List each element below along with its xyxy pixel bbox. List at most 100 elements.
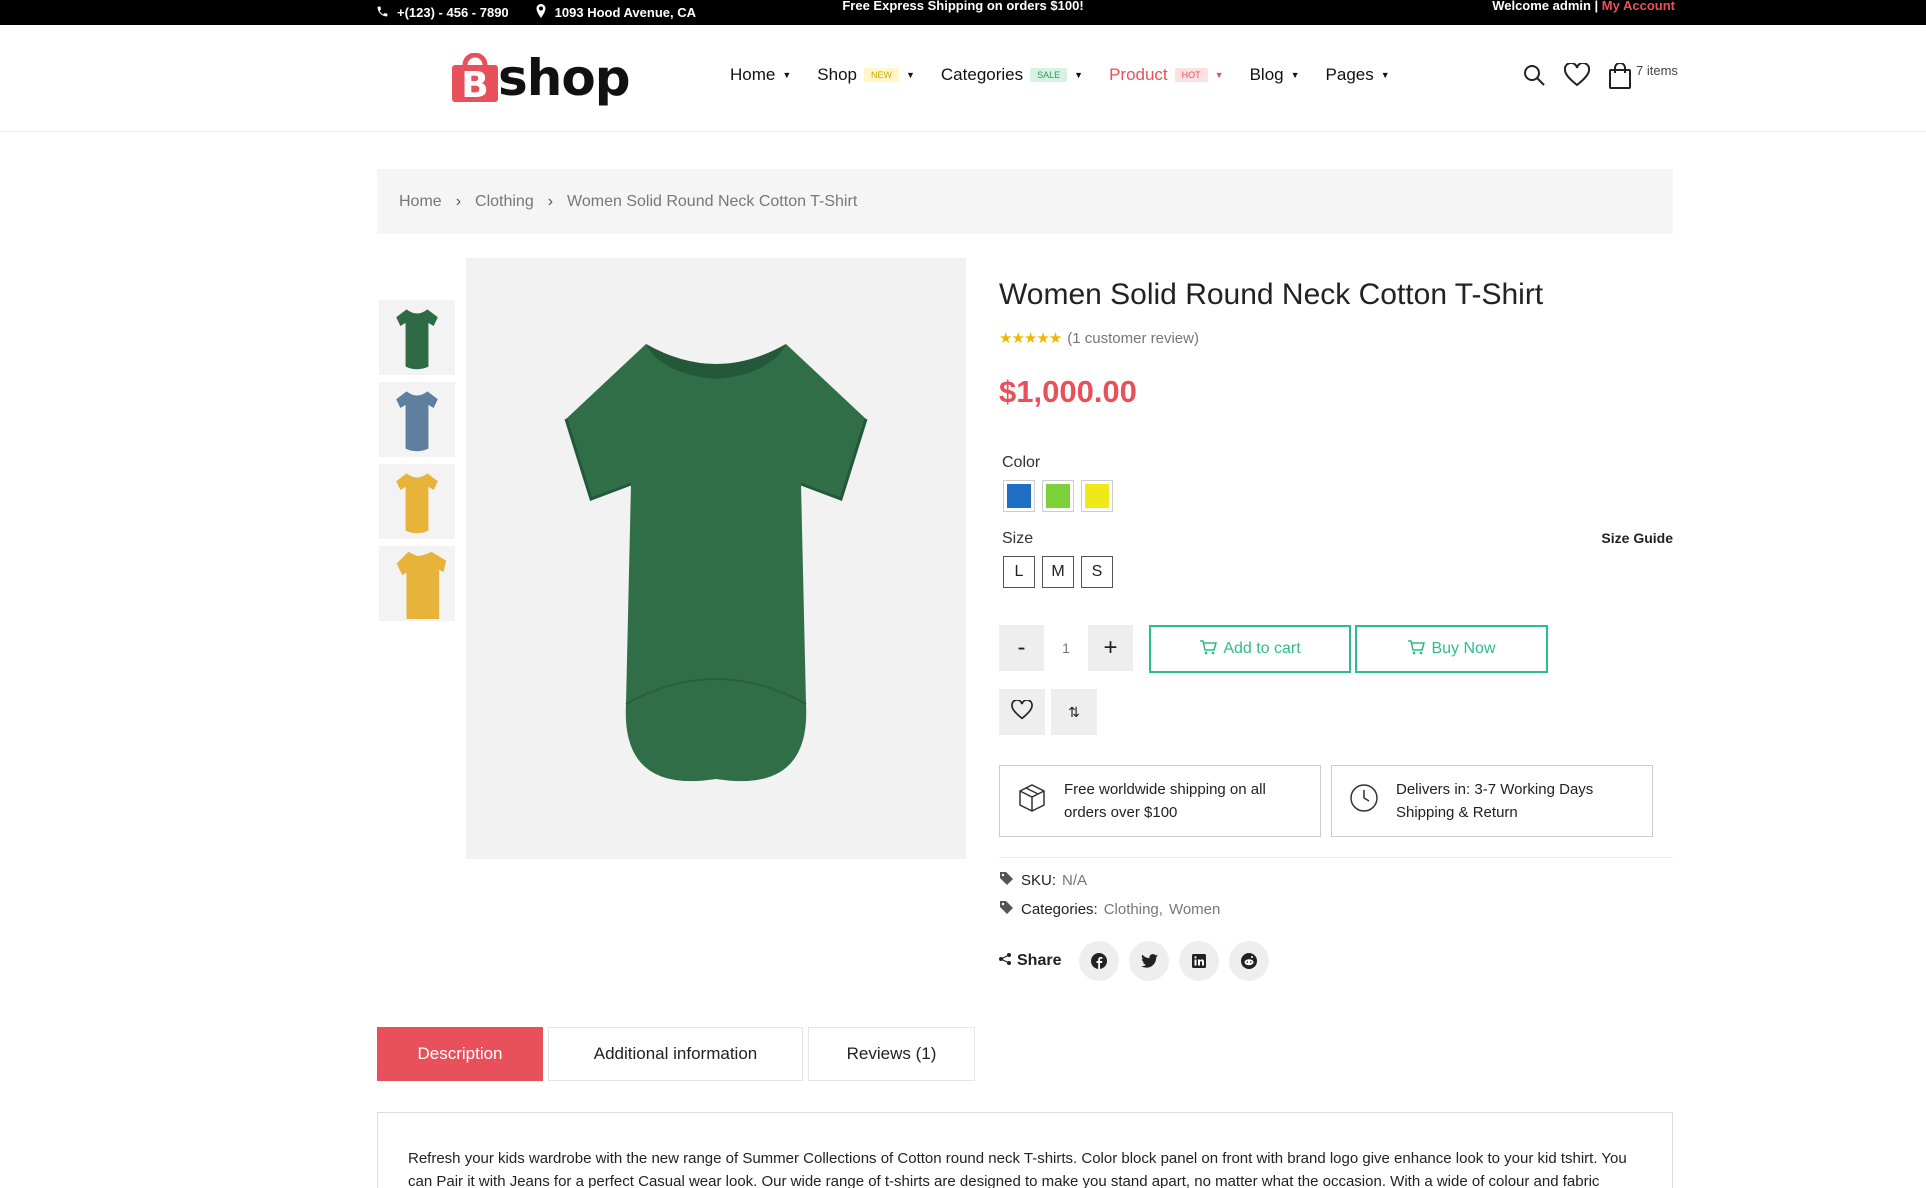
description-panel: Refresh your kids wardrobe with the new … xyxy=(377,1112,1673,1188)
add-to-wishlist-button[interactable] xyxy=(999,689,1045,735)
nav-pages[interactable]: Pages ▼ xyxy=(1326,65,1390,85)
share-label: Share xyxy=(1017,952,1062,969)
color-swatch-yellow[interactable] xyxy=(1081,480,1113,512)
site-logo[interactable]: B shop xyxy=(450,49,630,107)
twitter-share-button[interactable] xyxy=(1129,941,1170,981)
hot-badge: HOT xyxy=(1174,68,1208,82)
logo-text: shop xyxy=(498,49,630,107)
cart-button[interactable]: 7 items xyxy=(1608,62,1678,92)
caret-down-icon: ▼ xyxy=(1290,70,1300,80)
color-swatches xyxy=(1003,480,1113,512)
delivery-feature-box: Delivers in: 3-7 Working Days Shipping &… xyxy=(1331,765,1653,837)
thumbnail-yellow-back[interactable] xyxy=(379,546,455,621)
nav-pages-label: Pages xyxy=(1325,65,1374,84)
breadcrumb-home[interactable]: Home xyxy=(399,193,442,211)
product-price: $1,000.00 xyxy=(999,374,1137,409)
sku-row: SKU: N/A xyxy=(999,871,1087,889)
review-count-link[interactable]: (1 customer review) xyxy=(1067,330,1199,347)
tshirt-thumb-green-icon xyxy=(396,308,438,369)
nav-product[interactable]: Product HOT ▼ xyxy=(1109,65,1224,85)
nav-shop[interactable]: Shop NEW ▼ xyxy=(817,65,915,85)
tab-reviews[interactable]: Reviews (1) xyxy=(808,1027,975,1081)
thumbnail-yellow[interactable] xyxy=(379,464,455,539)
nav-product-label: Product xyxy=(1109,65,1168,84)
sku-value: N/A xyxy=(1062,871,1088,889)
color-label: Color xyxy=(1002,454,1041,471)
size-options: L M S xyxy=(1003,556,1113,588)
facebook-share-button[interactable] xyxy=(1079,941,1120,981)
buy-now-label: Buy Now xyxy=(1431,640,1496,657)
color-swatch-green[interactable] xyxy=(1042,480,1074,512)
compare-button[interactable]: ⇅ xyxy=(1051,689,1097,735)
sku-label: SKU: xyxy=(1021,871,1057,889)
breadcrumb-current: Women Solid Round Neck Cotton T-Shirt xyxy=(567,192,858,210)
tab-description[interactable]: Description xyxy=(377,1027,543,1081)
twitter-icon xyxy=(1141,954,1158,968)
product-rating: ★★★★★ (1 customer review) xyxy=(999,329,1199,348)
size-guide-link[interactable]: Size Guide xyxy=(1601,530,1673,546)
quantity-increase-button[interactable]: + xyxy=(1088,625,1133,671)
add-to-cart-button[interactable]: Add to cart xyxy=(1149,625,1351,673)
linkedin-share-button[interactable] xyxy=(1179,941,1220,981)
breadcrumb-clothing[interactable]: Clothing xyxy=(475,193,534,211)
share-label-group: Share xyxy=(999,952,1061,970)
top-bar: +(123) - 456 - 7890 1093 Hood Avenue, CA… xyxy=(0,0,1926,25)
shipping-feature-box: Free worldwide shipping on all orders ov… xyxy=(999,765,1321,837)
nav-shop-label: Shop xyxy=(817,65,857,84)
nav-home-label: Home xyxy=(730,65,776,84)
quantity-decrease-button[interactable]: - xyxy=(999,625,1044,671)
quantity-input[interactable] xyxy=(1044,625,1088,671)
bag-logo-icon: B xyxy=(450,52,500,106)
tags-icon xyxy=(999,900,1015,918)
size-option-l[interactable]: L xyxy=(1003,556,1035,588)
nav-categories[interactable]: Categories SALE ▼ xyxy=(941,65,1083,85)
compare-arrows-icon: ⇅ xyxy=(1068,703,1080,720)
green-tshirt-image xyxy=(564,343,868,781)
new-badge: NEW xyxy=(863,68,899,82)
thumbnail-blue[interactable] xyxy=(379,382,455,457)
cart-icon xyxy=(1199,639,1218,660)
search-icon[interactable] xyxy=(1522,63,1546,92)
color-swatch-blue[interactable] xyxy=(1003,480,1035,512)
star-rating-icon: ★★★★★ xyxy=(999,330,1062,347)
tshirt-thumb-blue-icon xyxy=(396,390,438,451)
size-label: Size xyxy=(1002,530,1034,547)
categories-label: Categories: xyxy=(1021,900,1098,918)
wishlist-heart-icon[interactable] xyxy=(1563,61,1591,92)
header-actions: 7 items xyxy=(1522,61,1678,92)
tab-additional-information[interactable]: Additional information xyxy=(548,1027,803,1081)
category-link-clothing[interactable]: Clothing xyxy=(1104,901,1159,918)
size-option-s[interactable]: S xyxy=(1081,556,1113,588)
share-row: Share xyxy=(999,941,1279,981)
thumbnail-gallery xyxy=(379,300,455,628)
site-header: B shop Home ▼ Shop NEW ▼ Categories SALE… xyxy=(0,25,1926,132)
product-title: Women Solid Round Neck Cotton T-Shirt xyxy=(999,278,1544,311)
buy-now-button[interactable]: Buy Now xyxy=(1355,625,1548,673)
chevron-right-icon: › xyxy=(547,192,554,210)
categories-row: Categories: Clothing, Women xyxy=(999,900,1220,918)
breadcrumb: Home › Clothing › Women Solid Round Neck… xyxy=(377,169,1673,234)
size-option-m[interactable]: M xyxy=(1042,556,1074,588)
shipping-feature-text: Free worldwide shipping on all orders ov… xyxy=(1064,781,1266,821)
reddit-share-button[interactable] xyxy=(1229,941,1270,981)
nav-blog[interactable]: Blog ▼ xyxy=(1250,65,1300,85)
thumbnail-green[interactable] xyxy=(379,300,455,375)
my-account-link[interactable]: My Account xyxy=(1602,0,1675,13)
heart-icon xyxy=(1011,698,1033,725)
main-product-image[interactable] xyxy=(466,258,966,859)
main-nav: Home ▼ Shop NEW ▼ Categories SALE ▼ Prod… xyxy=(730,65,1416,85)
reddit-icon xyxy=(1241,953,1258,969)
caret-down-icon: ▼ xyxy=(1380,70,1390,80)
cart-icon xyxy=(1407,639,1426,660)
nav-categories-label: Categories xyxy=(940,65,1024,84)
sale-badge: SALE xyxy=(1030,68,1068,82)
linkedin-icon xyxy=(1192,954,1207,968)
svg-text:B: B xyxy=(461,65,488,103)
cart-count: 7 items xyxy=(1636,63,1678,78)
welcome-text: Welcome admin | xyxy=(1492,0,1602,13)
welcome-area: Welcome admin | My Account xyxy=(1492,0,1675,25)
clock-icon xyxy=(1348,782,1380,821)
product-tabs: Description Additional information Revie… xyxy=(377,1027,975,1081)
nav-home[interactable]: Home ▼ xyxy=(730,65,791,85)
category-link-women[interactable]: Women xyxy=(1169,901,1220,918)
